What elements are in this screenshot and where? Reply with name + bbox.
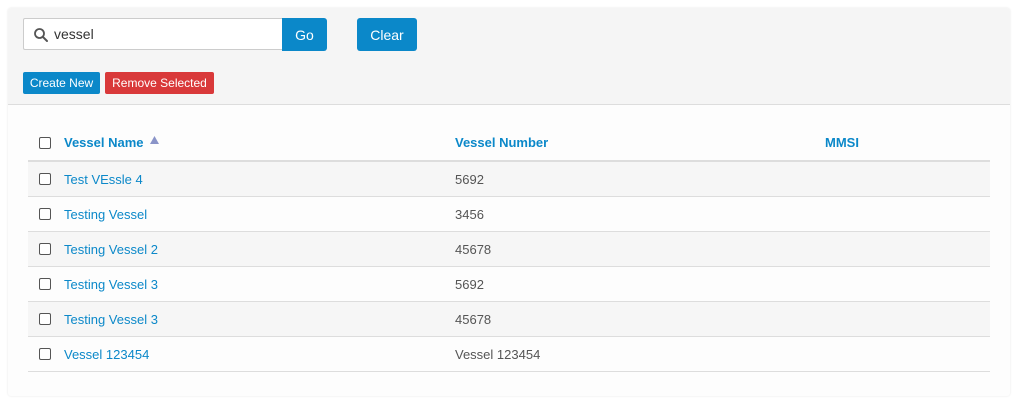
vessel-name-link[interactable]: Vessel 123454 xyxy=(64,347,149,362)
row-checkbox[interactable] xyxy=(39,243,51,255)
search-icon xyxy=(34,28,48,42)
vessel-number: 5692 xyxy=(455,171,484,187)
vessel-number: 45678 xyxy=(455,311,492,327)
column-header-mmsi[interactable]: MMSI xyxy=(825,125,859,160)
table-row: Testing Vessel 3 45678 xyxy=(28,302,990,337)
vessel-number: Vessel 123454 xyxy=(455,346,541,362)
row-checkbox[interactable] xyxy=(39,278,51,290)
remove-selected-button[interactable]: Remove Selected xyxy=(105,72,214,94)
select-all-checkbox[interactable] xyxy=(39,136,51,149)
row-checkbox[interactable] xyxy=(39,313,51,325)
table-row: Testing Vessel 3456 xyxy=(28,197,990,232)
vessel-name-link[interactable]: Testing Vessel 3 xyxy=(64,277,158,292)
table-header-row: Vessel Name Vessel Number MMSI xyxy=(28,125,990,162)
vessel-table: Vessel Name Vessel Number MMSI Test VEss… xyxy=(28,125,990,372)
vessel-name-link[interactable]: Test VEssle 4 xyxy=(64,172,143,187)
table-row: Test VEssle 4 5692 xyxy=(28,162,990,197)
column-header-label[interactable]: Vessel Name xyxy=(64,135,144,150)
row-checkbox[interactable] xyxy=(39,348,51,360)
table-row: Testing Vessel 3 5692 xyxy=(28,267,990,302)
table-row: Testing Vessel 2 45678 xyxy=(28,232,990,267)
clear-button[interactable]: Clear xyxy=(357,18,417,51)
column-header-vessel-number[interactable]: Vessel Number xyxy=(455,125,548,160)
row-checkbox[interactable] xyxy=(39,208,51,220)
search-box[interactable] xyxy=(23,18,282,50)
vessel-list-panel: Go Clear Create New Remove Selected Vess… xyxy=(8,8,1010,396)
create-new-button[interactable]: Create New xyxy=(23,72,100,94)
vessel-name-link[interactable]: Testing Vessel 3 xyxy=(64,312,158,327)
vessel-name-link[interactable]: Testing Vessel xyxy=(64,207,147,222)
column-header-label[interactable]: Vessel Number xyxy=(455,135,548,150)
toolbar: Go Clear Create New Remove Selected xyxy=(8,8,1010,105)
go-button[interactable]: Go xyxy=(282,18,327,51)
sort-asc-icon xyxy=(149,135,159,144)
column-header-label[interactable]: MMSI xyxy=(825,135,859,150)
column-header-vessel-name[interactable]: Vessel Name xyxy=(64,125,159,160)
vessel-number: 3456 xyxy=(455,206,484,222)
row-checkbox[interactable] xyxy=(39,173,51,185)
vessel-number: 5692 xyxy=(455,276,484,292)
vessel-number: 45678 xyxy=(455,241,492,257)
table-row: Vessel 123454 Vessel 123454 xyxy=(28,337,990,372)
search-input[interactable] xyxy=(54,19,276,49)
vessel-name-link[interactable]: Testing Vessel 2 xyxy=(64,242,158,257)
